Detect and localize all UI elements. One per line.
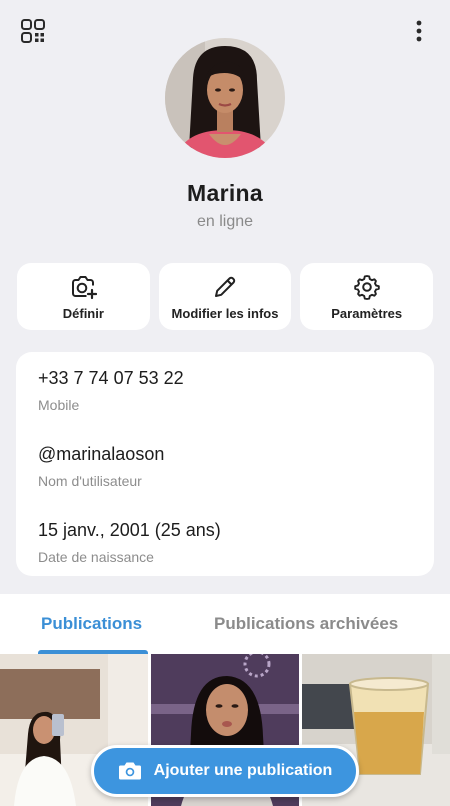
birthday-row[interactable]: 15 janv., 2001 (25 ans) Date de naissanc… [38,520,412,594]
birthday-value: 15 janv., 2001 (25 ans) [38,520,221,540]
avatar-photo [165,38,285,158]
settings-button[interactable]: Paramètres [300,263,434,330]
phone-label: Mobile [38,397,80,413]
online-status: en ligne [196,213,254,230]
action-buttons: Définir Modifier les infos Paramètres [17,263,434,330]
username-value: @marinalaoson [38,444,165,464]
edit-info-button[interactable]: Modifier les infos [158,263,292,330]
camera-add-icon [72,275,98,299]
settings-label: Paramètres [331,305,403,321]
info-card: +33 7 74 07 53 22 Mobile @marinalaoson N… [16,352,434,576]
add-publication-button[interactable]: Ajouter une publication [91,745,359,797]
more-vertical-icon [416,20,422,42]
edit-info-label: Modifier les infos [171,305,279,321]
set-photo-label: Définir [62,305,104,321]
add-publication-label: Ajouter une publication [153,762,333,779]
pencil-icon [215,276,236,297]
gear-icon [353,274,380,300]
username-label: Nom d'utilisateur [38,473,142,489]
more-options-button[interactable] [406,18,432,44]
birthday-label: Date de naissance [38,549,154,565]
camera-icon [118,762,141,780]
tab-bar: Publications Publications archivées [0,594,450,654]
set-photo-button[interactable]: Définir [17,263,150,330]
username-row[interactable]: @marinalaoson Nom d'utilisateur [38,444,412,518]
phone-value: +33 7 74 07 53 22 [38,368,184,388]
qr-code-icon [21,19,45,43]
qr-code-button[interactable] [20,18,46,44]
phone-row[interactable]: +33 7 74 07 53 22 Mobile [38,368,412,442]
tab-publications[interactable]: Publications [41,614,142,634]
profile-name: Marina [187,180,263,206]
avatar[interactable] [165,38,285,158]
tab-archived-publications[interactable]: Publications archivées [214,614,398,634]
